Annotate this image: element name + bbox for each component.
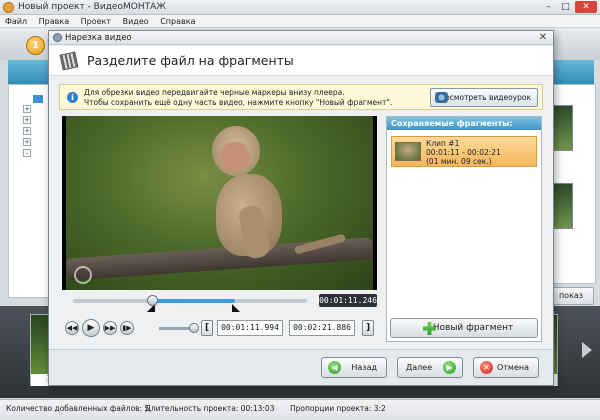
set-start-button[interactable]: [	[201, 320, 213, 336]
menu-file[interactable]: Файл	[0, 15, 31, 26]
dialog-titlebar: Нарезка видео ✕	[49, 31, 553, 45]
menu-bar: Файл Правка Проект Видео Справка	[0, 15, 600, 28]
back-arrow-icon: ◀	[328, 361, 341, 374]
project-aspect: Пропорции проекта: 3:2	[290, 404, 386, 413]
dialog-heading: Разделите файл на фрагменты	[87, 53, 294, 68]
frame-step-icon[interactable]: ▮▶	[120, 321, 134, 335]
watch-lesson-button[interactable]: Посмотреть видеоурок	[430, 88, 538, 107]
trim-video-dialog: Нарезка видео ✕ Разделите файл на фрагме…	[48, 30, 554, 386]
maximize-icon[interactable]: □	[558, 1, 573, 13]
current-time: 00:01:11.246	[319, 294, 377, 307]
fragments-panel: Сохраняемые фрагменты: Клип #1 00:01:11 …	[386, 116, 542, 342]
clip-info: Клип #1 00:01:11 - 00:02:21 (01 мин. 09 …	[426, 139, 501, 166]
menu-edit[interactable]: Правка	[34, 15, 73, 26]
start-time-field[interactable]: 00:01:11.994	[217, 320, 283, 336]
menu-help[interactable]: Справка	[155, 15, 199, 26]
playhead-knob[interactable]	[147, 295, 158, 306]
tree-collapse-icon[interactable]: –	[23, 149, 31, 157]
info-box: i Для обрезки видео передвигайте черные …	[59, 84, 543, 110]
files-count: Количество добавленных файлов: 5	[6, 404, 150, 413]
minimize-icon[interactable]: –	[541, 1, 556, 13]
next-label: Далее	[406, 363, 433, 372]
back-button[interactable]: ◀ Назад	[321, 357, 387, 378]
app-icon	[3, 2, 14, 13]
main-window-title: Новый проект - ВидеоМОНТАЖ	[18, 2, 166, 12]
show-button[interactable]: показ	[548, 287, 594, 305]
menu-video[interactable]: Видео	[118, 15, 153, 26]
info-line-1: Для обрезки видео передвигайте черные ма…	[84, 88, 345, 97]
next-button[interactable]: Далее ▶	[397, 357, 463, 378]
watermark-logo	[74, 266, 92, 284]
video-player[interactable]	[62, 116, 377, 290]
status-bar: Количество добавленных файлов: 5 Длитель…	[0, 399, 600, 420]
file-thumbnail[interactable]	[553, 183, 573, 229]
fast-forward-icon[interactable]: ▶▶	[103, 321, 117, 335]
tree-expand-icon[interactable]: +	[23, 105, 31, 113]
menu-project[interactable]: Проект	[76, 15, 115, 26]
file-tree-panel: + + + + –	[8, 84, 52, 298]
window-controls: – □ ✕	[539, 1, 597, 13]
dialog-header: Разделите файл на фрагменты	[49, 46, 553, 76]
clip-item[interactable]: Клип #1 00:01:11 - 00:02:21 (01 мин. 09 …	[391, 136, 537, 167]
file-thumbnail[interactable]	[553, 105, 573, 151]
dialog-icon	[53, 33, 62, 42]
tree-expand-icon[interactable]: +	[23, 116, 31, 124]
file-thumbnails-panel	[548, 84, 596, 284]
end-time-field[interactable]: 00:02:21.886	[289, 320, 355, 336]
info-icon: i	[67, 92, 78, 103]
video-frame	[65, 116, 374, 290]
watch-lesson-label: Посмотреть видеоурок	[439, 93, 531, 102]
camera-icon	[435, 92, 448, 103]
new-fragment-button[interactable]: Новый фрагмент	[390, 318, 538, 338]
rewind-icon[interactable]: ◀◀	[65, 321, 79, 335]
set-end-button[interactable]: ]	[362, 320, 374, 336]
clip-thumbnail	[395, 142, 421, 161]
clip-name: Клип #1	[426, 139, 460, 148]
back-label: Назад	[351, 363, 377, 372]
new-fragment-label: Новый фрагмент	[432, 323, 514, 333]
cancel-label: Отмена	[496, 363, 529, 372]
volume-slider[interactable]	[159, 327, 193, 330]
clip-range: 00:01:11 - 00:02:21	[426, 148, 501, 157]
dialog-button-bar: ◀ Назад Далее ▶ ✕ Отмена	[49, 349, 553, 385]
project-duration: Длительность проекта: 00:13:03	[145, 404, 275, 413]
monkey-face	[221, 142, 249, 170]
cancel-button[interactable]: ✕ Отмена	[473, 357, 539, 378]
scroll-right-icon[interactable]	[582, 342, 592, 358]
selected-range	[153, 299, 235, 303]
film-scissors-icon	[59, 51, 79, 71]
main-window-titlebar: Новый проект - ВидеоМОНТАЖ – □ ✕	[0, 0, 600, 15]
tree-expand-icon[interactable]: +	[23, 127, 31, 135]
tree-expand-icon[interactable]: +	[23, 138, 31, 146]
info-line-2: Чтобы сохранить ещё одну часть видео, на…	[84, 98, 393, 107]
next-arrow-icon: ▶	[443, 361, 456, 374]
end-marker[interactable]	[232, 304, 240, 312]
info-text: Для обрезки видео передвигайте черные ма…	[84, 88, 392, 108]
play-icon[interactable]: ▶	[82, 319, 100, 337]
dialog-title: Нарезка видео	[65, 33, 132, 43]
computer-icon	[33, 95, 43, 103]
fragments-header: Сохраняемые фрагменты:	[387, 117, 541, 130]
dialog-close-icon[interactable]: ✕	[537, 32, 549, 44]
close-icon[interactable]: ✕	[575, 1, 597, 13]
volume-knob[interactable]	[189, 323, 199, 333]
cancel-icon: ✕	[480, 361, 493, 374]
clip-duration: (01 мин. 09 сек.)	[426, 157, 492, 166]
step-1-badge[interactable]: 1	[26, 36, 45, 55]
